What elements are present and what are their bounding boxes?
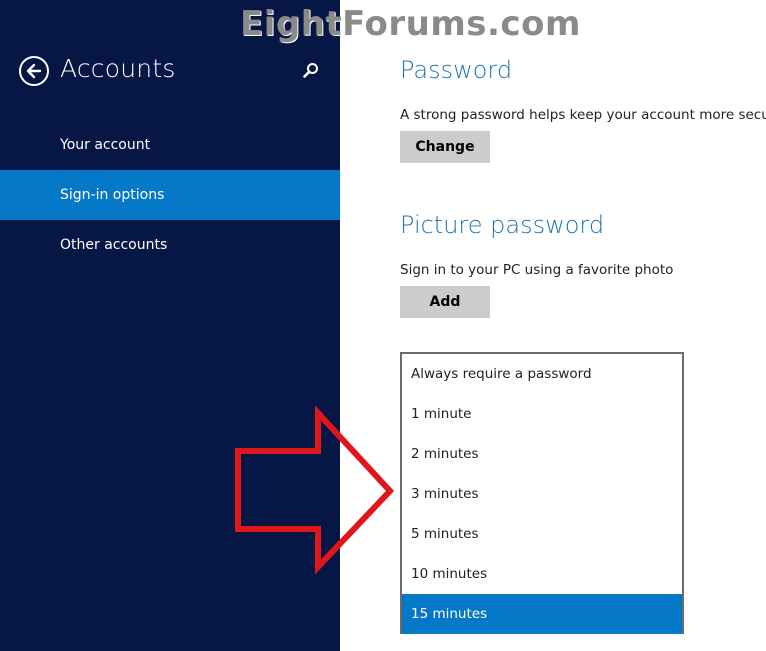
require-password-dropdown[interactable]: Always require a password 1 minute 2 min… (400, 352, 684, 634)
change-password-button[interactable]: Change (400, 131, 490, 163)
sidebar-item-sign-in-options[interactable]: Sign-in options (0, 170, 340, 220)
search-icon[interactable] (300, 60, 322, 82)
dropdown-option[interactable]: 2 minutes (402, 434, 682, 474)
sidebar-item-label: Other accounts (60, 237, 168, 253)
sidebar-item-your-account[interactable]: Your account (0, 120, 340, 170)
picture-password-heading: Picture password (400, 211, 605, 239)
dropdown-option[interactable]: 5 minutes (402, 514, 682, 554)
sidebar-item-label: Sign-in options (60, 187, 165, 203)
red-arrow-right-icon (235, 405, 395, 575)
dropdown-option-selected[interactable]: 15 minutes (402, 594, 682, 634)
window: Accounts Your account Sign-in options Ot… (0, 0, 766, 651)
dropdown-option[interactable]: Always require a password (402, 354, 682, 394)
sidebar-item-other-accounts[interactable]: Other accounts (0, 220, 340, 270)
sidebar-item-label: Your account (60, 137, 151, 153)
watermark: EightForums.com (240, 4, 581, 44)
sidebar-title: Accounts (60, 54, 176, 83)
password-description: A strong password helps keep your accoun… (400, 107, 766, 123)
picture-password-description: Sign in to your PC using a favorite phot… (400, 262, 674, 278)
add-picture-password-button[interactable]: Add (400, 286, 490, 318)
dropdown-option[interactable]: 3 minutes (402, 474, 682, 514)
password-heading: Password (400, 56, 513, 84)
back-arrow-circle-icon[interactable] (19, 56, 49, 86)
dropdown-option[interactable]: 1 minute (402, 394, 682, 434)
dropdown-option[interactable]: 10 minutes (402, 554, 682, 594)
